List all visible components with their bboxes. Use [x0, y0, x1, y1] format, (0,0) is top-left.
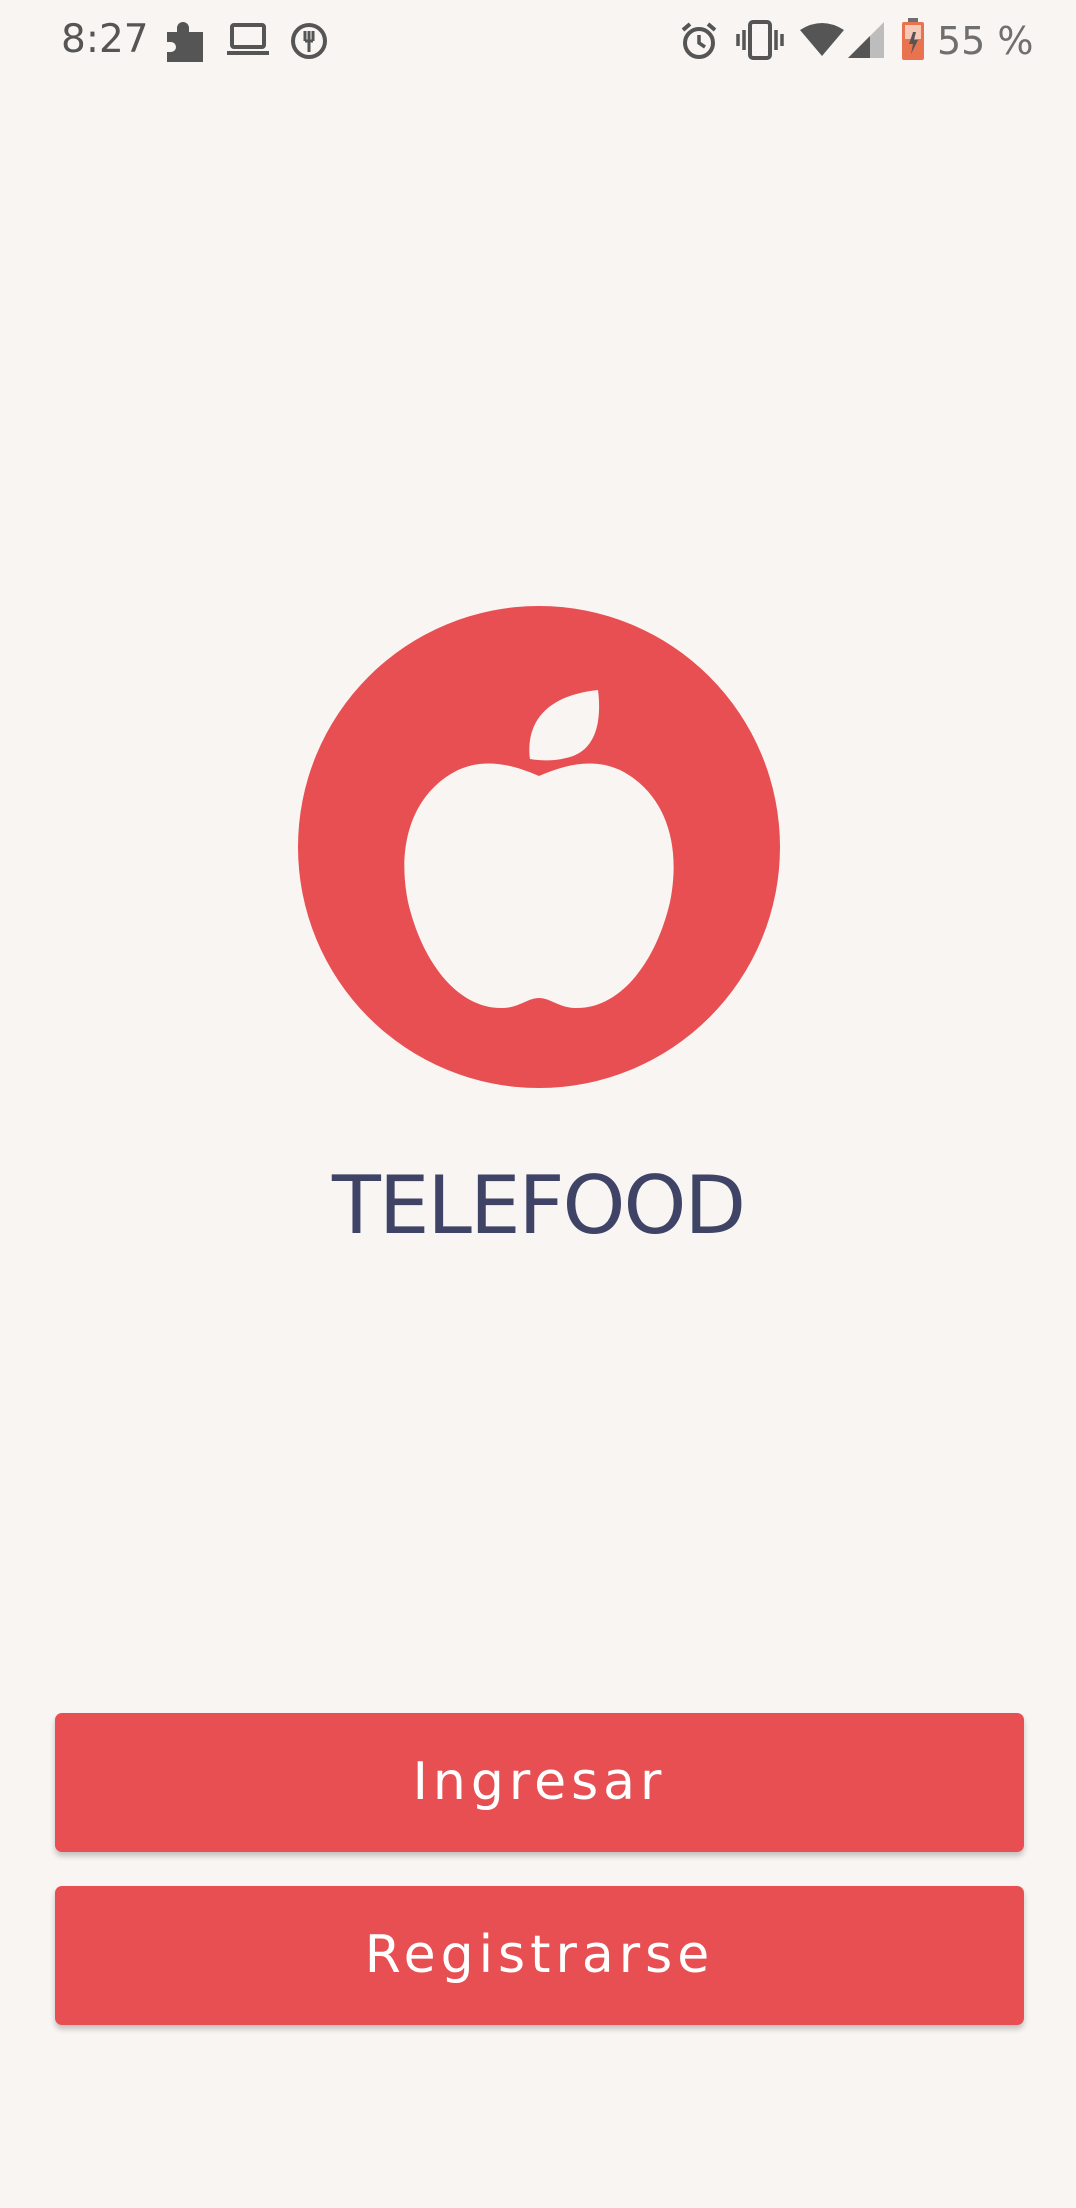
alarm-icon [679, 20, 719, 66]
food-notification-icon [290, 22, 328, 64]
battery-icon [900, 18, 926, 66]
apple-icon [298, 606, 780, 1088]
laptop-icon [227, 22, 269, 62]
register-button[interactable]: Registrarse [55, 1886, 1024, 2025]
status-time: 8:27 [61, 17, 149, 62]
login-button[interactable]: Ingresar [55, 1713, 1024, 1852]
puzzle-icon [163, 18, 209, 70]
app-title: TELEFOOD [331, 1159, 746, 1252]
app-logo [298, 606, 780, 1088]
signal-icon [848, 22, 886, 62]
battery-percentage: 55 % [937, 19, 1034, 63]
status-bar: 8:27 55 % [0, 0, 1076, 82]
wifi-icon [800, 22, 844, 62]
vibrate-icon [736, 20, 784, 64]
